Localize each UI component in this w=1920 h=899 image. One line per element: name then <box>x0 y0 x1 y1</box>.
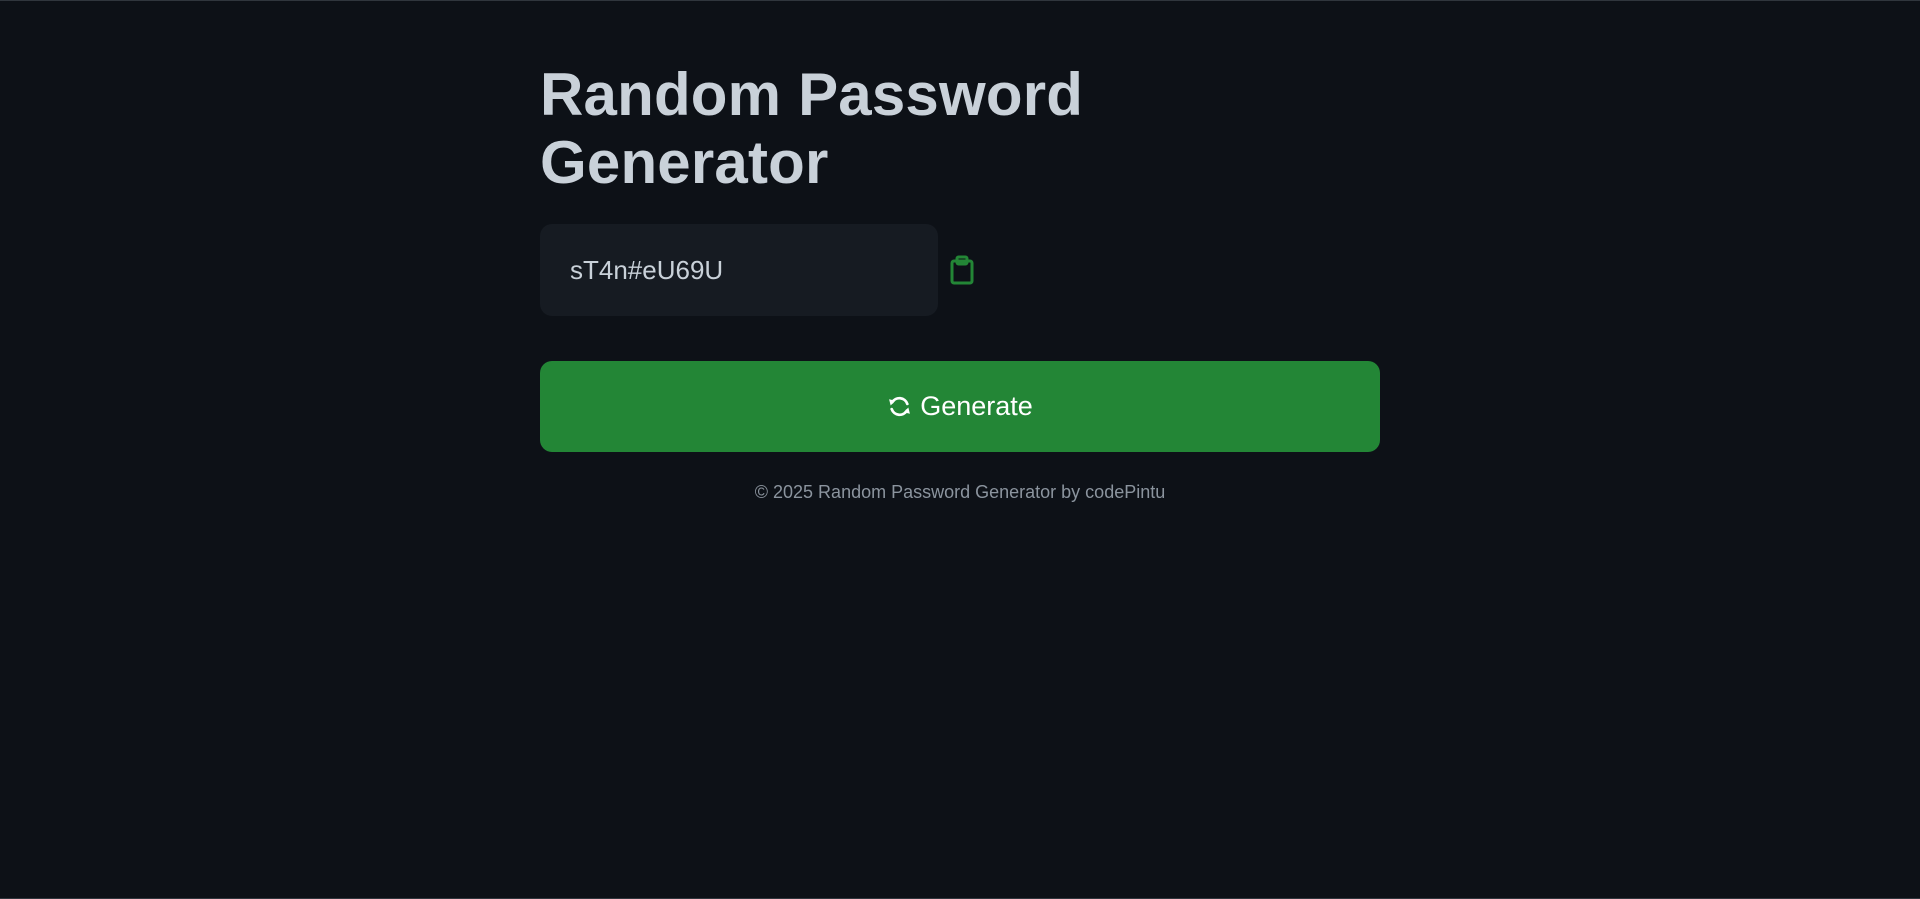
generate-button-label: Generate <box>920 391 1033 421</box>
footer-text: © 2025 Random Password Generator by code… <box>754 482 1166 502</box>
password-output[interactable]: sT4n#eU69U <box>540 224 938 316</box>
clipboard-icon[interactable] <box>948 255 976 285</box>
generator-container: Random Password Generator sT4n#eU69U Gen… <box>540 61 1380 503</box>
generate-button[interactable]: Generate <box>540 361 1380 452</box>
password-row: sT4n#eU69U <box>540 224 1380 316</box>
refresh-icon <box>887 394 912 419</box>
page-title: Random Password Generator <box>540 61 1084 196</box>
page-frame: Random Password Generator sT4n#eU69U Gen… <box>0 0 1920 899</box>
password-value: sT4n#eU69U <box>570 254 724 285</box>
